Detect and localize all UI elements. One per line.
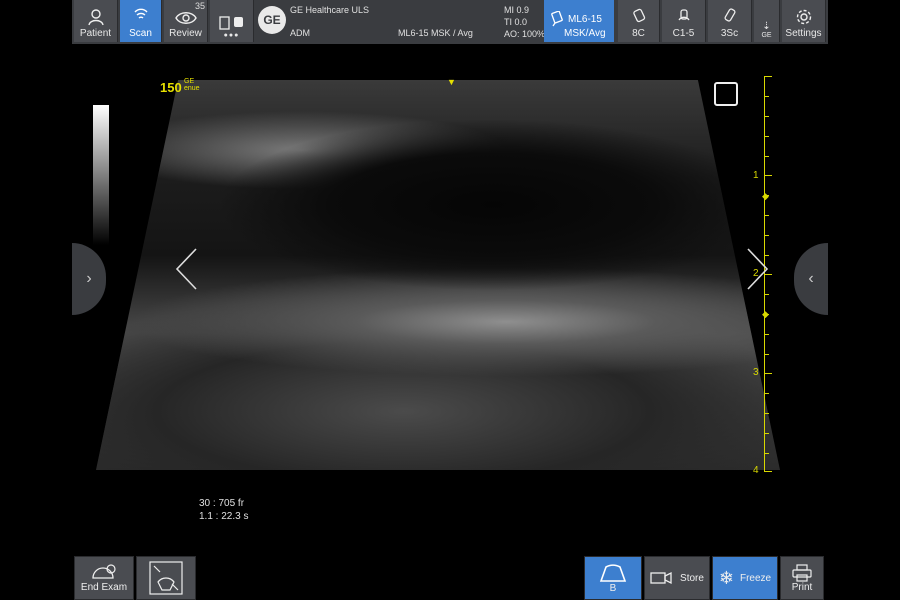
store-button[interactable]: Store [644,556,710,600]
top-toolbar: Patient Scan 35 Review ●●● GE GE Healthc… [72,0,828,44]
focus-marker-bottom: ◆ [762,309,769,319]
probe-3sc-button[interactable]: 3Sc [708,0,752,42]
b-mode-button[interactable]: B [584,556,642,600]
patient-icon [87,9,104,26]
ge-mini-label: GE [761,32,772,39]
probe-8c-button[interactable]: 8C [618,0,660,42]
b-mode-icon [599,563,627,582]
freeze-label: Freeze [739,572,772,584]
mi-value: MI 0.9 [504,5,530,15]
usb-icon: ⇣ [762,21,771,32]
bottom-toolbar: End Exam B Store ❄ Freeze Print [72,554,828,600]
probe-c1-5-button[interactable]: C1-5 [662,0,706,42]
store-label: Store [680,572,704,584]
image-format-button[interactable] [136,556,196,600]
chevron-left-icon: ‹ [808,270,814,287]
settings-label: Settings [785,28,822,39]
probe-icon [632,8,645,23]
facility-name: GE Healthcare ULS [290,5,370,15]
ao-value: AO: 100% [504,29,546,39]
probe-8c-label: 8C [632,28,645,39]
grayscale-bar [93,105,109,245]
end-exam-icon [92,563,116,579]
end-exam-button[interactable]: End Exam [74,556,134,600]
active-probe-name: ML6-15 [568,14,602,25]
depth-label-1: 1 [753,170,759,181]
chevron-right-icon: › [86,270,92,287]
review-count-badge: 35 [194,1,205,11]
printer-icon [792,563,812,582]
more-dots: ●●● [223,32,240,39]
probe-3sc-label: 3Sc [720,28,739,39]
cine-time: 1.1 : 22.3 s [199,511,249,522]
more-tools-button[interactable]: ●●● [210,0,254,42]
resize-image-icon [149,561,183,595]
orientation-marker: ▼ [447,77,456,87]
cine-info: 30 : 705 fr 1.1 : 22.3 s [199,497,248,523]
scan-label: Scan [129,28,152,39]
eye-icon [174,12,197,24]
ge-logo: GE [258,6,286,34]
gear-icon [796,9,811,25]
depth-label-4: 4 [753,465,759,476]
focus-marker-top: ◆ [762,191,769,201]
probe-c1-5-label: C1-5 [672,28,695,39]
probe-icon [723,8,736,22]
next-image-arrow[interactable] [744,247,770,291]
ti-value: TI 0.0 [504,17,528,27]
probe-icon [677,9,690,21]
settings-button[interactable]: Settings [782,0,826,42]
operator-name: ADM [290,28,310,38]
review-label: Review [169,28,202,39]
frame-rate-sub: GE enue [184,78,200,92]
probe-scan-icon [133,8,148,19]
previous-image-arrow[interactable] [174,247,200,291]
clipboard-icon [218,16,243,30]
b-mode-label: B [609,582,617,594]
snowflake-icon: ❄ [718,567,734,588]
scan-button[interactable]: Scan [120,0,162,42]
patient-label: Patient [79,28,112,39]
usb-status: ⇣ GE [754,0,780,42]
frame-rate-label: 150 [160,80,182,95]
roi-box-button[interactable] [714,82,738,106]
patient-button[interactable]: Patient [74,0,118,42]
print-label: Print [791,581,813,593]
print-button[interactable]: Print [780,556,824,600]
review-button[interactable]: 35 Review [164,0,208,42]
end-exam-label: End Exam [80,581,128,593]
probe-ml6-15-button[interactable]: ML6-15 MSK/Avg [544,0,614,42]
freeze-button[interactable]: ❄ Freeze [712,556,778,600]
depth-label-3: 3 [753,367,759,378]
video-camera-icon [650,571,672,585]
linear-probe-icon [551,11,563,27]
probe-preset-info: ML6-15 MSK / Avg [398,28,473,38]
cine-frame-count: 30 : 705 fr [199,498,245,509]
active-probe-preset: MSK/Avg [564,28,606,39]
